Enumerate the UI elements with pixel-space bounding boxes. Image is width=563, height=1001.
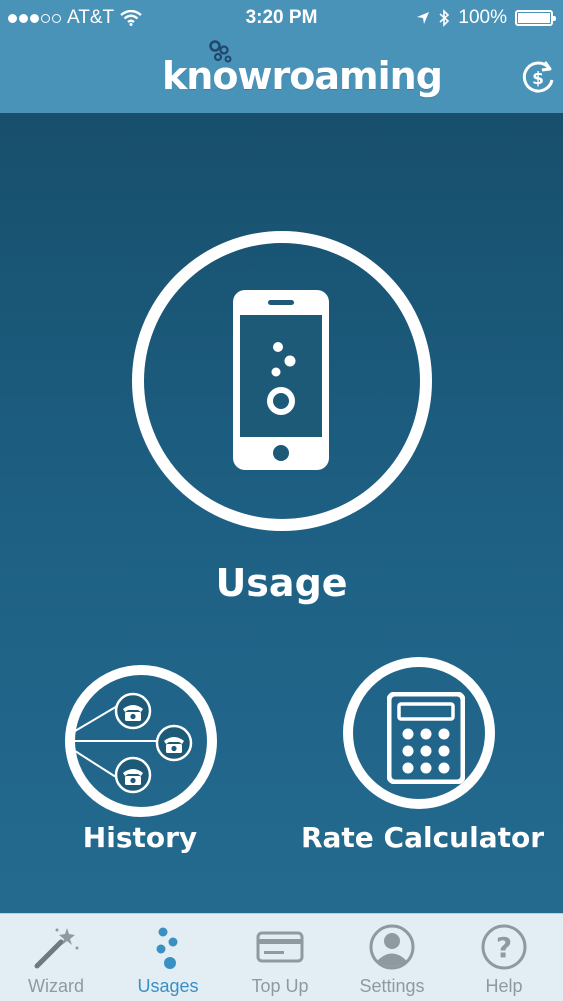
tab-usages[interactable]: Usages [112, 914, 224, 1001]
usage-button[interactable] [132, 231, 432, 531]
tab-top-up-label: Top Up [251, 976, 309, 996]
telephone-network-icon [75, 692, 193, 794]
tab-bar: Wizard Usages Top Up Settings ? Help [0, 913, 563, 1001]
user-icon [369, 924, 415, 970]
question-icon: ? [481, 924, 527, 970]
tab-wizard[interactable]: Wizard [0, 914, 112, 1001]
usage-label: Usage [215, 561, 348, 605]
tab-help[interactable]: ? Help [448, 914, 560, 1001]
credit-card-icon [256, 931, 304, 963]
rate-calculator-label[interactable]: Rate Calculator [300, 821, 545, 854]
location-arrow-icon [417, 12, 430, 24]
knowroaming-logo: knowroaming [162, 40, 443, 108]
tab-top-up[interactable]: Top Up [224, 914, 336, 1001]
dollar-refresh-icon[interactable]: $ [519, 58, 557, 96]
main-content: Usage History Rate Calculator [0, 113, 563, 913]
navigation-bar: knowroaming $ [0, 36, 563, 114]
battery-icon [515, 10, 556, 26]
battery-fill [518, 13, 550, 23]
history-button[interactable] [65, 665, 217, 817]
tab-help-label: Help [485, 976, 523, 996]
calculator-icon [387, 692, 465, 784]
phone-icon [233, 290, 329, 470]
battery-percent: 100% [458, 7, 507, 28]
bluetooth-icon [439, 9, 450, 27]
magic-wand-icon [34, 928, 79, 969]
history-label[interactable]: History [40, 821, 240, 854]
bubbles-icon [156, 927, 178, 969]
svg-text:$: $ [532, 69, 544, 89]
rate-calculator-button[interactable] [343, 657, 495, 809]
status-bar: AT&T 3:20 PM 100% [0, 0, 563, 36]
logo-text: knowroaming [162, 54, 443, 98]
status-right: 100% [416, 7, 556, 29]
tab-usages-label: Usages [137, 976, 199, 996]
tab-settings[interactable]: Settings [336, 914, 448, 1001]
tab-wizard-label: Wizard [27, 976, 84, 996]
svg-text:?: ? [496, 931, 512, 964]
tab-settings-label: Settings [359, 976, 425, 996]
